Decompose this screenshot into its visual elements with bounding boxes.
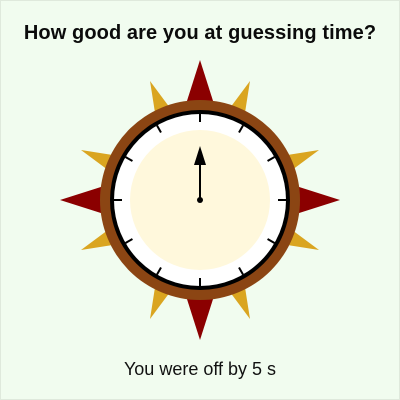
spike-north xyxy=(186,60,214,104)
time-dial xyxy=(60,60,340,340)
result-message: You were off by 5 s xyxy=(123,359,277,379)
spike-west xyxy=(60,186,104,214)
spike-south xyxy=(186,296,214,340)
spike-east xyxy=(296,186,340,214)
